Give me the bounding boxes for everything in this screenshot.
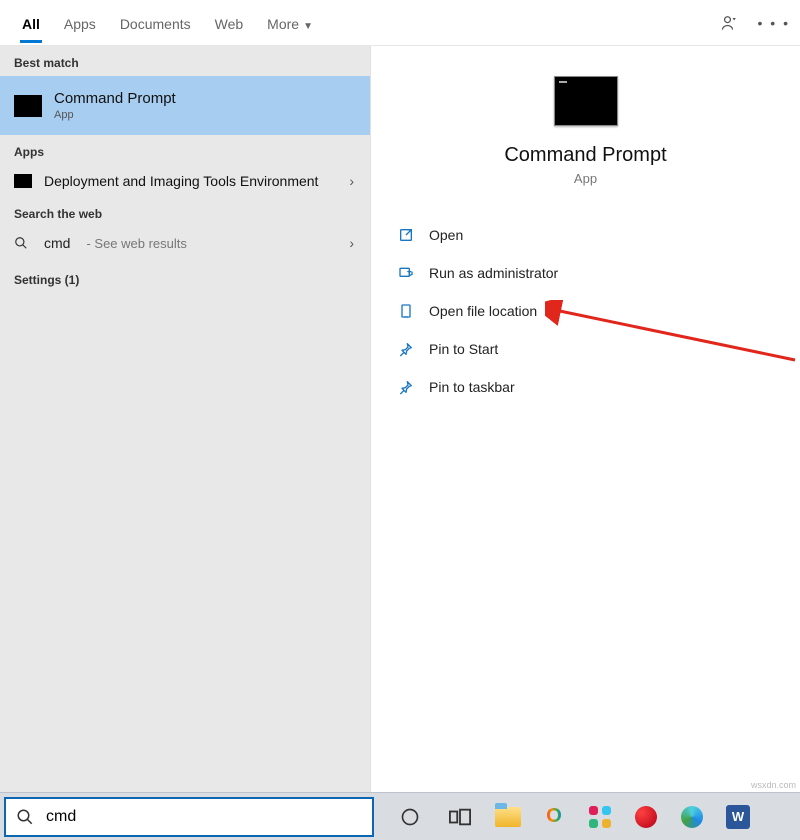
result-title: Deployment and Imaging Tools Environment bbox=[44, 173, 318, 189]
result-type: App bbox=[54, 109, 176, 121]
edge-button[interactable] bbox=[672, 797, 712, 837]
detail-type: App bbox=[574, 171, 597, 186]
results-panel: Best match Command Prompt App Apps Deplo… bbox=[0, 46, 370, 792]
taskbar-search[interactable] bbox=[4, 797, 374, 837]
action-label: Open file location bbox=[429, 303, 537, 319]
word-button[interactable]: W bbox=[718, 797, 758, 837]
pin-icon bbox=[397, 340, 415, 358]
action-label: Pin to taskbar bbox=[429, 379, 515, 395]
chevron-down-icon: ▼ bbox=[303, 21, 313, 32]
app-large-icon bbox=[554, 76, 618, 126]
detail-title: Command Prompt bbox=[504, 144, 666, 167]
cmd-icon bbox=[14, 95, 42, 117]
tab-web[interactable]: Web bbox=[203, 4, 256, 42]
feedback-icon[interactable] bbox=[720, 13, 740, 33]
open-icon bbox=[397, 226, 415, 244]
file-explorer-button[interactable] bbox=[488, 797, 528, 837]
heading-apps: Apps bbox=[0, 135, 370, 165]
tab-apps[interactable]: Apps bbox=[52, 4, 108, 42]
more-options-icon[interactable]: • • • bbox=[758, 15, 790, 31]
web-query: cmd bbox=[44, 235, 70, 251]
task-view-button[interactable] bbox=[438, 797, 482, 837]
action-label: Run as administrator bbox=[429, 265, 558, 281]
detail-panel: Command Prompt App Open Run as administr… bbox=[370, 46, 800, 792]
slack-button[interactable] bbox=[580, 797, 620, 837]
chevron-right-icon: › bbox=[349, 235, 354, 251]
result-web-cmd[interactable]: cmd - See web results › bbox=[0, 227, 370, 259]
action-open-file-location[interactable]: Open file location bbox=[391, 292, 780, 330]
result-deployment-tools[interactable]: Deployment and Imaging Tools Environment… bbox=[0, 165, 370, 197]
action-list: Open Run as administrator Open file loca… bbox=[371, 216, 800, 406]
action-pin-to-start[interactable]: Pin to Start bbox=[391, 330, 780, 368]
taskbar: O W bbox=[0, 792, 800, 840]
action-pin-to-taskbar[interactable]: Pin to taskbar bbox=[391, 368, 780, 406]
cmd-icon bbox=[14, 174, 32, 188]
cortana-button[interactable] bbox=[388, 797, 432, 837]
action-run-as-administrator[interactable]: Run as administrator bbox=[391, 254, 780, 292]
heading-settings[interactable]: Settings (1) bbox=[0, 259, 370, 293]
chevron-right-icon: › bbox=[349, 173, 354, 189]
result-command-prompt[interactable]: Command Prompt App bbox=[0, 76, 370, 135]
office-button[interactable]: O bbox=[534, 797, 574, 837]
pin-icon bbox=[397, 378, 415, 396]
result-title: Command Prompt bbox=[54, 90, 176, 107]
watermark: wsxdn.com bbox=[751, 780, 796, 790]
search-input[interactable] bbox=[44, 807, 362, 827]
opera-button[interactable] bbox=[626, 797, 666, 837]
tab-all[interactable]: All bbox=[10, 4, 52, 42]
action-label: Pin to Start bbox=[429, 341, 498, 357]
web-hint: - See web results bbox=[86, 236, 186, 251]
action-open[interactable]: Open bbox=[391, 216, 780, 254]
search-icon bbox=[14, 236, 32, 250]
heading-search-web: Search the web bbox=[0, 197, 370, 227]
filter-tabs: All Apps Documents Web More▼ • • • bbox=[0, 0, 800, 46]
action-label: Open bbox=[429, 227, 463, 243]
shield-admin-icon bbox=[397, 264, 415, 282]
tab-more[interactable]: More▼ bbox=[255, 4, 325, 42]
tab-documents[interactable]: Documents bbox=[108, 4, 203, 42]
search-icon bbox=[16, 808, 34, 826]
heading-best-match: Best match bbox=[0, 46, 370, 76]
folder-location-icon bbox=[397, 302, 415, 320]
